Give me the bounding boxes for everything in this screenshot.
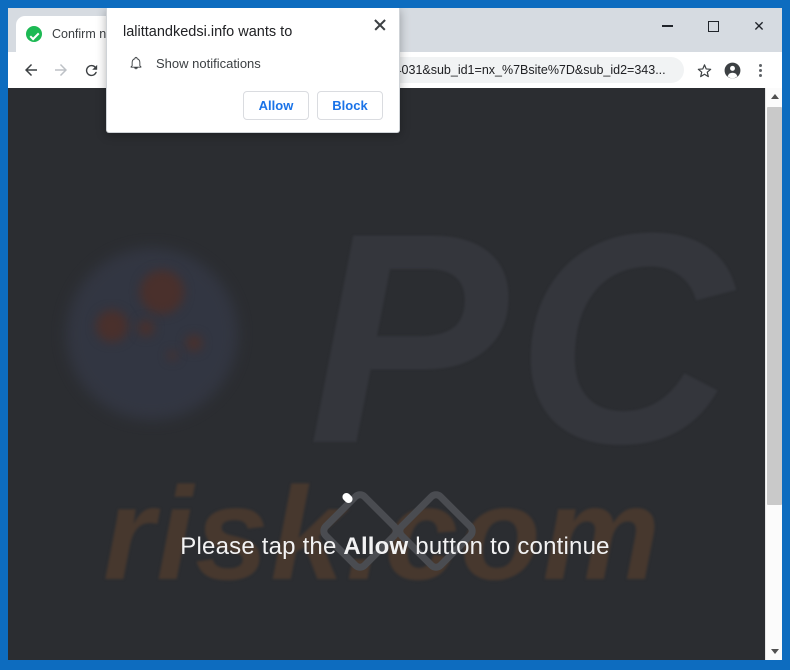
reload-icon bbox=[85, 64, 97, 76]
bell-icon bbox=[129, 55, 143, 71]
allow-button[interactable]: Allow bbox=[243, 91, 309, 120]
browser-window-frame: Confirm notifications ✕ bbox=[0, 0, 790, 670]
account-icon bbox=[724, 62, 740, 78]
back-button[interactable] bbox=[16, 55, 46, 85]
decorative-dot bbox=[168, 351, 177, 360]
forward-button[interactable] bbox=[46, 55, 76, 85]
kebab-menu-icon bbox=[758, 62, 762, 79]
decorative-dot bbox=[96, 310, 128, 342]
minimize-icon bbox=[661, 25, 673, 27]
instruction-text: Please tap the Allow button to continue bbox=[8, 533, 782, 561]
scroll-up-button[interactable] bbox=[766, 88, 782, 105]
browser-window: Confirm notifications ✕ bbox=[8, 8, 782, 660]
vertical-scrollbar[interactable] bbox=[765, 88, 782, 660]
permission-dialog-actions: Allow Block bbox=[123, 91, 383, 120]
profile-button[interactable] bbox=[718, 56, 746, 84]
notification-permission-dialog: lalittandkedsi.info wants to Show notifi… bbox=[106, 8, 400, 133]
close-window-button[interactable]: ✕ bbox=[736, 8, 782, 44]
scrollbar-thumb[interactable] bbox=[767, 107, 782, 505]
green-check-icon bbox=[26, 26, 42, 42]
instruction-emphasis: Allow bbox=[343, 533, 409, 560]
maximize-icon bbox=[707, 20, 719, 32]
browser-menu-button[interactable] bbox=[746, 56, 774, 84]
arrow-right-icon bbox=[55, 64, 67, 76]
close-icon: ✕ bbox=[753, 18, 765, 34]
decorative-dot bbox=[140, 270, 184, 314]
minimize-button[interactable] bbox=[644, 8, 690, 44]
star-icon bbox=[697, 63, 711, 77]
maximize-button[interactable] bbox=[690, 8, 736, 44]
permission-dialog-title: lalittandkedsi.info wants to bbox=[123, 24, 293, 40]
instruction-prefix: Please tap the bbox=[180, 533, 344, 560]
infinity-loader-icon bbox=[313, 486, 483, 576]
scroll-down-button[interactable] bbox=[766, 643, 782, 660]
decorative-dot bbox=[186, 335, 202, 351]
reload-button[interactable] bbox=[76, 55, 106, 85]
chevron-down-icon bbox=[770, 649, 779, 654]
bookmark-button[interactable] bbox=[690, 56, 718, 84]
chevron-up-icon bbox=[770, 94, 779, 99]
instruction-suffix: button to continue bbox=[408, 533, 610, 560]
watermark-pc: PC bbox=[308, 170, 741, 506]
block-button[interactable]: Block bbox=[317, 91, 383, 120]
permission-row: Show notifications bbox=[123, 55, 383, 71]
decorative-dot bbox=[138, 320, 154, 336]
permission-label: Show notifications bbox=[156, 55, 261, 71]
close-icon[interactable] bbox=[369, 14, 391, 36]
page-viewport: PC risk.com Please tap the Allow button … bbox=[8, 88, 782, 660]
window-controls: ✕ bbox=[644, 8, 782, 44]
arrow-left-icon bbox=[25, 64, 37, 76]
